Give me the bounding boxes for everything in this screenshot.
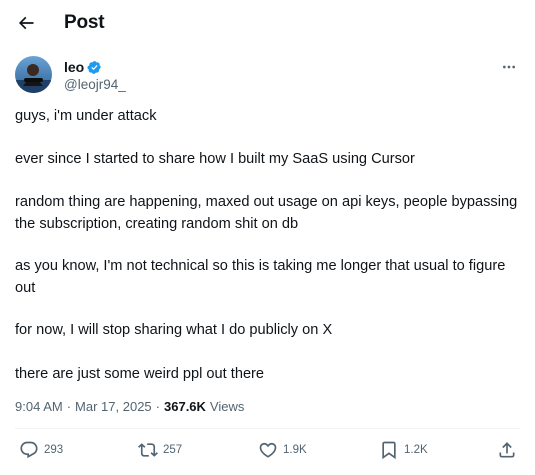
back-button[interactable] — [13, 10, 39, 36]
bookmark-count: 1.2K — [404, 444, 428, 456]
share-icon — [499, 442, 515, 458]
more-horizontal-icon — [503, 65, 515, 69]
more-options-button[interactable] — [498, 58, 520, 76]
bookmark-icon — [382, 441, 396, 460]
tweet-date[interactable]: Mar 17, 2025 — [75, 399, 152, 414]
author-block: leo @leojr94_ — [15, 56, 520, 96]
tweet-paragraph: as you know, I'm not technical so this i… — [15, 258, 510, 296]
tweet-paragraph: guys, i'm under attack — [15, 108, 157, 124]
author-name[interactable]: leo — [64, 59, 84, 75]
like-button[interactable]: 1.9K — [258, 440, 307, 460]
heart-icon — [259, 442, 277, 458]
repost-button[interactable]: 257 — [138, 440, 182, 460]
arrow-left-icon — [18, 16, 34, 30]
views-count[interactable]: 367.6K — [164, 399, 206, 414]
views-label: Views — [209, 399, 245, 414]
repost-count: 257 — [163, 444, 183, 456]
avatar[interactable] — [15, 56, 52, 93]
reply-icon — [20, 441, 38, 459]
tweet-meta: 9:04 AM · Mar 17, 2025 · 367.6K Views — [15, 399, 244, 414]
repost-icon — [138, 443, 158, 457]
verified-badge-icon — [87, 60, 102, 74]
meta-separator: · — [66, 399, 72, 414]
reply-count: 293 — [44, 444, 64, 456]
reply-button[interactable]: 293 — [19, 440, 63, 460]
like-count: 1.9K — [283, 444, 307, 456]
avatar-image — [15, 56, 52, 93]
meta-separator: · — [155, 399, 160, 414]
action-bar: 293 257 1.9K 1.2K — [15, 440, 520, 468]
bookmark-button[interactable]: 1.2K — [379, 440, 428, 460]
author-handle[interactable]: @leojr94_ — [64, 77, 126, 92]
page-title: Post — [64, 12, 105, 33]
tweet-time[interactable]: 9:04 AM — [15, 399, 63, 414]
name-row: leo — [64, 59, 102, 75]
tweet-paragraph: for now, I will stop sharing what I do p… — [15, 322, 333, 338]
tweet-paragraph: there are just some weird ppl out there — [15, 366, 265, 382]
tweet-paragraph: random thing are happening, maxed out us… — [15, 194, 522, 232]
share-button[interactable] — [497, 440, 517, 460]
tweet-paragraph: ever since I started to share how I buil… — [15, 151, 415, 167]
divider — [15, 428, 520, 429]
post-header: Post — [0, 0, 535, 48]
